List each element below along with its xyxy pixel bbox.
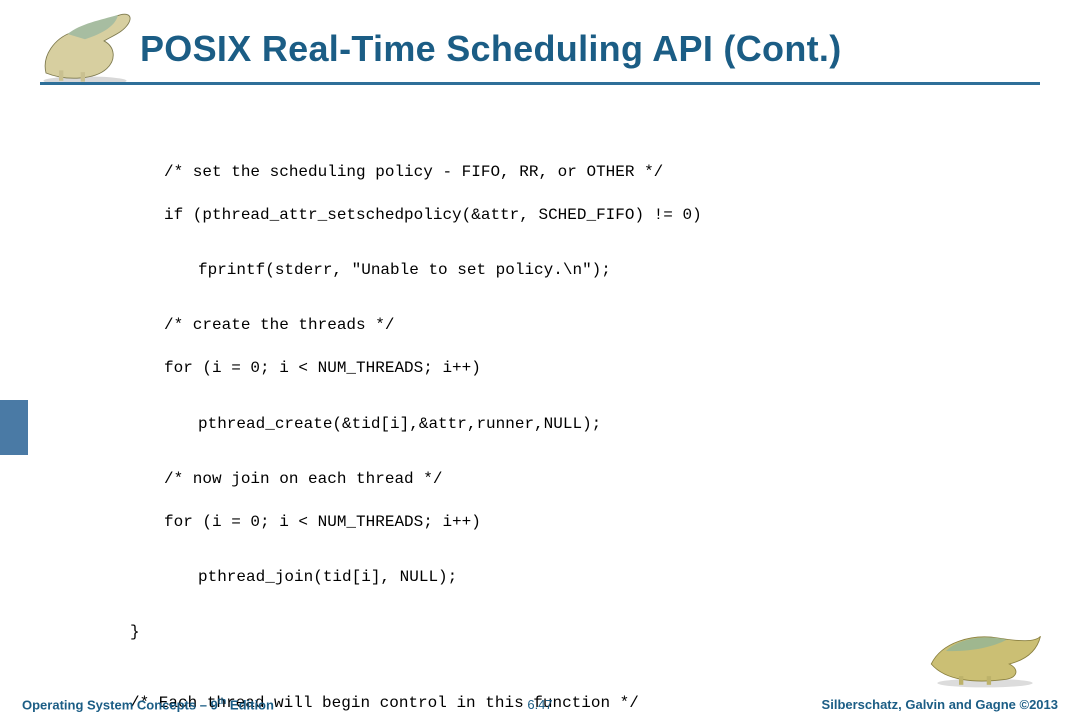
code-line: if (pthread_attr_setschedpolicy(&attr, S… xyxy=(130,205,950,227)
code-line: /* now join on each thread */ xyxy=(130,469,950,491)
code-line: } xyxy=(130,622,950,644)
dinosaur-top-icon xyxy=(30,8,140,86)
title-rule xyxy=(40,82,1040,85)
slide-title: POSIX Real-Time Scheduling API (Cont.) xyxy=(140,28,841,70)
sidebar-accent xyxy=(0,400,28,455)
code-line: pthread_create(&tid[i],&attr,runner,NULL… xyxy=(130,414,950,436)
code-line: for (i = 0; i < NUM_THREADS; i++) xyxy=(130,512,950,534)
code-line: for (i = 0; i < NUM_THREADS; i++) xyxy=(130,358,950,380)
code-block: /* set the scheduling policy - FIFO, RR,… xyxy=(130,140,950,720)
slide: POSIX Real-Time Scheduling API (Cont.) /… xyxy=(0,0,1080,720)
footer-right: Silberschatz, Galvin and Gagne ©2013 xyxy=(822,697,1058,712)
dinosaur-bottom-icon xyxy=(920,612,1050,690)
code-line: pthread_join(tid[i], NULL); xyxy=(130,567,950,589)
footer: Operating System Concepts – 9th Edition … xyxy=(0,690,1080,712)
code-line: /* create the threads */ xyxy=(130,315,950,337)
code-line: fprintf(stderr, "Unable to set policy.\n… xyxy=(130,260,950,282)
code-line: /* set the scheduling policy - FIFO, RR,… xyxy=(130,162,950,184)
